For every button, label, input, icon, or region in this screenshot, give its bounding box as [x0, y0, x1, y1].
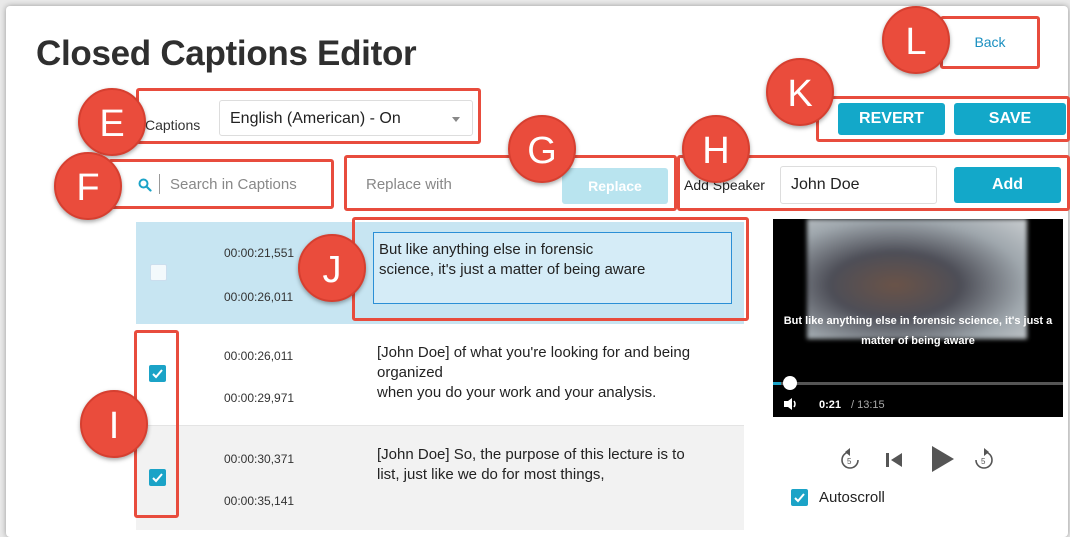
- callout-badge-g: G: [508, 115, 576, 183]
- callout-box-j: [352, 217, 749, 321]
- caption-text-line[interactable]: list, just like we do for most things,: [377, 465, 605, 485]
- fast-forward-icon[interactable]: 5: [972, 447, 996, 473]
- caption-start-time[interactable]: 00:00:21,551: [224, 246, 294, 260]
- video-scrubber-handle[interactable]: [783, 376, 797, 390]
- video-subtitle-line: matter of being aware: [861, 335, 975, 347]
- caption-row[interactable]: 00:00:30,371 00:00:35,141 [John Doe] So,…: [136, 426, 744, 530]
- svg-text:5: 5: [847, 457, 852, 466]
- callout-box-k: [816, 96, 1070, 142]
- caption-end-time[interactable]: 00:00:29,971: [224, 391, 294, 405]
- rewind-icon[interactable]: 5: [838, 447, 862, 473]
- caption-end-time[interactable]: 00:00:35,141: [224, 494, 294, 508]
- caption-row[interactable]: 00:00:26,011 00:00:29,971 [John Doe] of …: [136, 327, 744, 426]
- volume-icon[interactable]: [783, 397, 799, 411]
- caption-start-time[interactable]: 00:00:30,371: [224, 452, 294, 466]
- page-title: Closed Captions Editor: [36, 34, 417, 73]
- checkmark-icon: [794, 493, 805, 503]
- callout-box-e: [136, 88, 481, 144]
- caption-text-line[interactable]: when you do your work and your analysis.: [377, 383, 656, 403]
- callout-box-l: [940, 16, 1040, 69]
- autoscroll-checkbox[interactable]: [791, 489, 808, 506]
- video-subtitle: But like anything else in forensic scien…: [773, 311, 1063, 351]
- caption-checkbox[interactable]: [150, 264, 167, 281]
- video-progress-fill: [773, 382, 781, 385]
- video-subtitle-line: But like anything else in forensic scien…: [783, 315, 1053, 327]
- callout-badge-k: K: [766, 58, 834, 126]
- callout-box-f: [108, 159, 334, 209]
- video-total-time: / 13:15: [851, 399, 885, 411]
- callout-badge-f: F: [54, 152, 122, 220]
- video-player[interactable]: But like anything else in forensic scien…: [773, 219, 1063, 417]
- svg-text:5: 5: [981, 457, 986, 466]
- callout-badge-i: I: [80, 390, 148, 458]
- autoscroll-label[interactable]: Autoscroll: [819, 489, 885, 506]
- video-progress-bar[interactable]: [773, 382, 1063, 385]
- skip-back-icon[interactable]: [884, 451, 904, 469]
- caption-text-line[interactable]: [John Doe] of what you're looking for an…: [377, 343, 690, 363]
- callout-badge-h: H: [682, 115, 750, 183]
- caption-text-line[interactable]: [John Doe] So, the purpose of this lectu…: [377, 445, 685, 465]
- video-current-time: 0:21: [819, 399, 842, 411]
- callout-badge-j: J: [298, 234, 366, 302]
- caption-end-time[interactable]: 00:00:26,011: [224, 290, 293, 304]
- caption-start-time[interactable]: 00:00:26,011: [224, 349, 293, 363]
- callout-badge-e: E: [78, 88, 146, 156]
- play-icon[interactable]: [928, 444, 956, 474]
- caption-text-line[interactable]: organized: [377, 363, 443, 383]
- callout-badge-l: L: [882, 6, 950, 74]
